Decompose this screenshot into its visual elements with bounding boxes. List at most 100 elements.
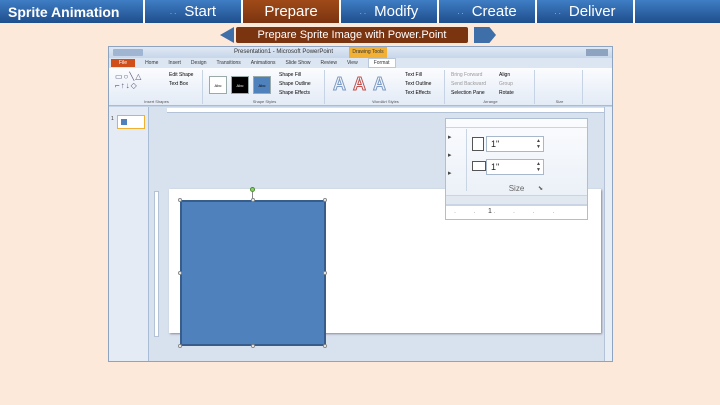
resize-handle-top[interactable] — [251, 198, 255, 202]
shape-styles-label: Shape Styles — [252, 99, 277, 104]
tab-start[interactable]: .. Start — [145, 0, 243, 23]
dots-icon: .. — [359, 7, 369, 16]
dots-icon: .. — [169, 7, 179, 16]
tab-deliver-label: Deliver — [568, 3, 616, 20]
ribbon-tab-view[interactable]: View — [347, 60, 358, 66]
size-label: Size — [508, 184, 525, 193]
substep-banner: Prepare Sprite Image with Power.Point — [236, 27, 468, 43]
wordart-styles-label: WordArt Styles — [372, 99, 399, 104]
presentation-title: Sprite Animation — [0, 0, 145, 23]
vertical-scrollbar[interactable] — [604, 107, 612, 361]
ribbon-tab-format[interactable]: Format — [367, 58, 396, 68]
width-spinner-icon[interactable]: ▲ ▼ — [536, 161, 541, 173]
shape-fill-button[interactable]: Shape Fill — [279, 72, 301, 78]
arrange-label: Arrange — [483, 99, 498, 104]
tab-prepare-label: Prepare — [264, 3, 318, 20]
dots-icon: .. — [554, 7, 563, 16]
ribbon-tabs: File Home Insert Design Transitions Anim… — [109, 58, 612, 68]
resize-handle-right[interactable] — [323, 271, 327, 275]
window-controls[interactable] — [586, 49, 608, 56]
slide-thumbnail[interactable] — [117, 115, 145, 129]
shape-height-input[interactable]: 1" ▲ ▼ — [486, 136, 544, 152]
tab-create-label: Create — [471, 3, 517, 20]
group-size: Size — [537, 70, 583, 104]
text-box-button[interactable]: Text Box — [169, 81, 188, 87]
tab-prepare[interactable]: Prepare — [243, 0, 341, 23]
ppt-titlebar: Presentation1 - Microsoft PowerPoint Dra… — [109, 47, 612, 58]
height-spinner-icon[interactable]: ▲ ▼ — [536, 138, 541, 150]
ribbon-tab-design[interactable]: Design — [191, 60, 207, 66]
cropped-menu-arrow-icon: ▸ — [448, 134, 452, 141]
slides-panel: 1 — [109, 107, 149, 361]
resize-handle-top-left[interactable] — [178, 198, 182, 202]
align-button[interactable]: Align — [499, 72, 510, 78]
horizontal-ruler — [167, 108, 609, 113]
quick-access-toolbar[interactable] — [113, 49, 143, 56]
edit-shape-button[interactable]: Edit Shape — [169, 72, 193, 78]
ribbon-tab-file[interactable]: File — [111, 59, 136, 67]
style-swatch-blue[interactable]: Abc — [253, 76, 271, 94]
callout-border-line — [446, 127, 587, 128]
tab-deliver[interactable]: .. Deliver — [537, 0, 635, 23]
group-insert-shapes: Edit Shape Text Box ▭○╲△ ⌐↑↓◇ Insert Shap… — [111, 70, 203, 104]
wordart-style-2-icon[interactable]: A — [353, 74, 367, 95]
next-step-arrow-icon[interactable] — [474, 27, 496, 43]
bring-forward-button[interactable]: Bring Forward — [451, 72, 482, 78]
ribbon-tab-transitions[interactable]: Transitions — [217, 60, 241, 66]
shape-width-value: 1" — [491, 162, 500, 172]
send-backward-button[interactable]: Send Backward — [451, 81, 486, 87]
rotate-button[interactable]: Rotate — [499, 90, 514, 96]
top-navigation: Sprite Animation .. Start Prepare .. Modif… — [0, 0, 720, 23]
ribbon-tab-home[interactable]: Home — [145, 60, 158, 66]
group-shape-styles: Abc Abc Abc Shape Fill Shape Outline Sha… — [205, 70, 325, 104]
shape-outline-button[interactable]: Shape Outline — [279, 81, 311, 87]
resize-handle-left[interactable] — [178, 271, 182, 275]
text-fill-button[interactable]: Text Fill — [405, 72, 422, 78]
shape-height-icon — [472, 137, 484, 151]
drawing-tools-tab: Drawing Tools — [349, 47, 387, 58]
style-swatch-black[interactable]: Abc — [231, 76, 249, 94]
shapes-gallery-icon[interactable]: ▭○╲△ ⌐↑↓◇ — [115, 72, 142, 90]
group-button[interactable]: Group — [499, 81, 513, 87]
resize-handle-top-right[interactable] — [323, 198, 327, 202]
text-outline-button[interactable]: Text Outline — [405, 81, 431, 87]
insert-shapes-label: Insert Shapes — [144, 99, 169, 104]
callout-ruler: · · · · · · 1 — [446, 205, 587, 219]
tab-modify-label: Modify — [374, 3, 419, 20]
tab-create[interactable]: .. Create — [439, 0, 537, 23]
shape-width-input[interactable]: 1" ▲ ▼ — [486, 159, 544, 175]
size-group-zoom-callout: ▸ ▸ ▸ 1" ▲ ▼ 1" ▲ ▼ Size ⬊ · · · · · · 1 — [445, 118, 588, 220]
ribbon: Edit Shape Text Box ▭○╲△ ⌐↑↓◇ Insert Shap… — [109, 68, 612, 106]
shape-height-value: 1" — [491, 139, 500, 149]
resize-handle-bottom-left[interactable] — [178, 344, 182, 348]
selection-pane-button[interactable]: Selection Pane — [451, 90, 485, 96]
group-arrange: Bring Forward Send Backward Selection Pa… — [447, 70, 535, 104]
cropped-menu-arrow-icon: ▸ — [448, 152, 452, 159]
wordart-style-3-icon[interactable]: A — [373, 74, 387, 95]
wordart-style-1-icon[interactable]: A — [333, 74, 347, 95]
text-effects-button[interactable]: Text Effects — [405, 90, 431, 96]
ribbon-tab-review[interactable]: Review — [321, 60, 337, 66]
dialog-launcher-icon[interactable]: ⬊ — [538, 185, 543, 192]
ribbon-tab-insert[interactable]: Insert — [168, 60, 181, 66]
ppt-window-title: Presentation1 - Microsoft PowerPoint — [234, 49, 334, 55]
slide-number: 1 — [111, 116, 114, 122]
dots-icon: .. — [457, 7, 466, 16]
cropped-menu-arrow-icon: ▸ — [448, 170, 452, 177]
size-group-label: Size — [555, 99, 564, 104]
shape-effects-button[interactable]: Shape Effects — [279, 90, 310, 96]
resize-handle-bottom-right[interactable] — [323, 344, 327, 348]
style-swatch-white[interactable]: Abc — [209, 76, 227, 94]
sprite-rectangle-shape[interactable] — [180, 200, 326, 346]
ribbon-tab-animations[interactable]: Animations — [251, 60, 276, 66]
group-wordart-styles: A A A Text Fill Text Outline Text Effect… — [327, 70, 445, 104]
nav-filler — [635, 0, 720, 23]
previous-step-arrow-icon[interactable] — [220, 27, 234, 43]
callout-divider — [466, 129, 467, 191]
tab-modify[interactable]: .. Modify — [341, 0, 439, 23]
ruler-number: 1 — [488, 208, 492, 215]
shape-width-icon — [472, 161, 486, 171]
vertical-ruler — [154, 191, 159, 337]
ribbon-tab-slideshow[interactable]: Slide Show — [286, 60, 311, 66]
resize-handle-bottom[interactable] — [251, 344, 255, 348]
